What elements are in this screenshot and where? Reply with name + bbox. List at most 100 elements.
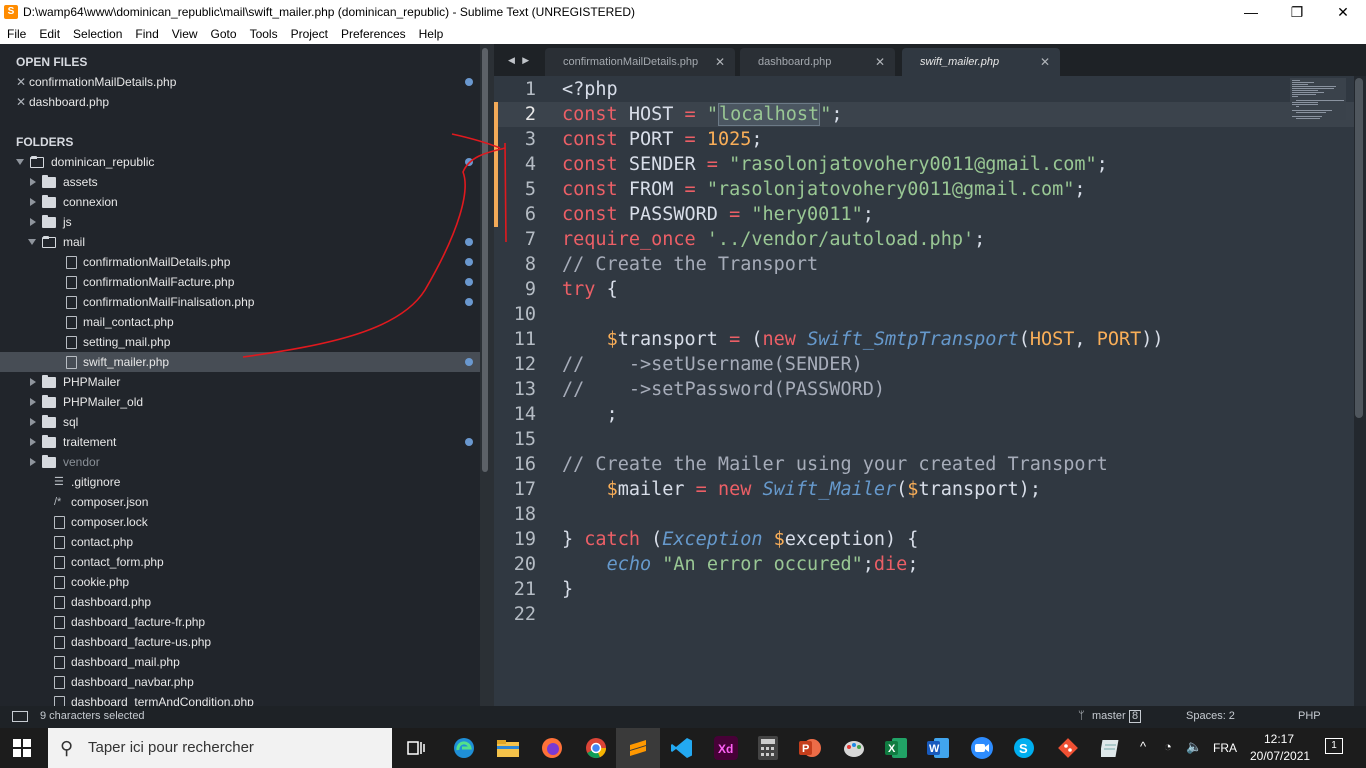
folder-item-vendor[interactable]: vendor bbox=[0, 452, 480, 472]
minimize-button[interactable]: — bbox=[1228, 0, 1274, 24]
git-icon[interactable] bbox=[1046, 728, 1090, 768]
file-item-dashboard-facture-us-php[interactable]: dashboard_facture-us.php bbox=[0, 632, 480, 652]
clock-time[interactable]: 12:17 bbox=[1264, 732, 1294, 746]
tab-dashboard[interactable]: dashboard.php ✕ bbox=[740, 48, 895, 76]
sublime-text-taskbar-icon[interactable] bbox=[616, 728, 660, 768]
menu-selection[interactable]: Selection bbox=[66, 27, 128, 41]
file-item-dashboard-termandcondition-php[interactable]: dashboard_termAndCondition.php bbox=[0, 692, 480, 706]
code-line[interactable]: } bbox=[562, 577, 573, 602]
menu-view[interactable]: View bbox=[165, 27, 204, 41]
adobe-xd-icon[interactable]: Xd bbox=[704, 728, 748, 768]
chevron-right-icon[interactable] bbox=[30, 378, 36, 386]
edge-icon[interactable] bbox=[442, 728, 486, 768]
menu-find[interactable]: Find bbox=[128, 27, 164, 41]
code-line[interactable]: // Create the Transport bbox=[562, 252, 818, 277]
chevron-right-icon[interactable] bbox=[30, 178, 36, 186]
powerpoint-icon[interactable]: P bbox=[788, 728, 832, 768]
file-item-setting-mail-php[interactable]: setting_mail.php bbox=[0, 332, 480, 352]
menu-tools[interactable]: Tools bbox=[243, 27, 284, 41]
close-icon[interactable]: ✕ bbox=[715, 48, 725, 76]
tray-chevron-icon[interactable]: ^ bbox=[1140, 739, 1146, 754]
paint-icon[interactable] bbox=[832, 728, 876, 768]
chevron-down-icon[interactable] bbox=[28, 239, 36, 245]
volume-icon[interactable]: 🔈 bbox=[1186, 739, 1202, 755]
chevron-right-icon[interactable] bbox=[30, 198, 36, 206]
code-line[interactable]: <?php bbox=[562, 77, 618, 102]
code-line[interactable]: // ->setPassword(PASSWORD) bbox=[562, 377, 885, 402]
wifi-icon[interactable]: ◔ bbox=[1164, 739, 1172, 754]
chevron-right-icon[interactable] bbox=[30, 398, 36, 406]
word-icon[interactable]: W bbox=[916, 728, 960, 768]
maximize-button[interactable]: ❐ bbox=[1274, 0, 1320, 24]
menu-edit[interactable]: Edit bbox=[32, 27, 66, 41]
folder-item-sql[interactable]: sql bbox=[0, 412, 480, 432]
code-line[interactable]: // Create the Mailer using your created … bbox=[562, 452, 1108, 477]
menu-preferences[interactable]: Preferences bbox=[334, 27, 412, 41]
tab-prev-icon[interactable]: ◀ bbox=[508, 55, 515, 65]
file-item-confirmationmailfacture-php[interactable]: confirmationMailFacture.php bbox=[0, 272, 480, 292]
tab-next-icon[interactable]: ▶ bbox=[522, 55, 529, 65]
notification-icon[interactable]: 1 bbox=[1325, 738, 1343, 754]
branch-icon[interactable]: ᛘ bbox=[1078, 710, 1085, 722]
editor-scrollbar[interactable] bbox=[1355, 78, 1363, 418]
code-line[interactable]: const SENDER = "rasolonjatovohery0011@gm… bbox=[562, 152, 1108, 177]
file-item-gitignore[interactable]: ☰ .gitignore bbox=[0, 472, 480, 492]
code-editor[interactable]: 1 2 3 4 5 6 7 8 9 10 11 12 13 14 15 16 17 18 19 20 21 22 <?ph… bbox=[494, 76, 1354, 706]
file-item-composer-json[interactable]: /* composer.json bbox=[0, 492, 480, 512]
close-icon[interactable]: ✕ bbox=[16, 72, 26, 92]
firefox-icon[interactable] bbox=[530, 728, 574, 768]
file-item-confirmationmaildetails-php[interactable]: confirmationMailDetails.php bbox=[0, 252, 480, 272]
chrome-icon[interactable] bbox=[574, 728, 618, 768]
folder-item-traitement[interactable]: traitement bbox=[0, 432, 480, 452]
code-line[interactable]: $mailer = new Swift_Mailer($transport); bbox=[562, 477, 1041, 502]
file-item-cookie-php[interactable]: cookie.php bbox=[0, 572, 480, 592]
file-item-confirmationmailfinalisation-php[interactable]: confirmationMailFinalisation.php bbox=[0, 292, 480, 312]
code-line[interactable]: $transport = (new Swift_SmtpTransport(HO… bbox=[562, 327, 1164, 352]
chevron-right-icon[interactable] bbox=[30, 418, 36, 426]
syntax-status[interactable]: PHP bbox=[1298, 710, 1321, 722]
folder-item-phpmailer[interactable]: PHPMailer bbox=[0, 372, 480, 392]
open-file-item[interactable]: ✕ dashboard.php bbox=[0, 92, 480, 112]
code-line[interactable]: const HOST = "localhost"; bbox=[562, 102, 842, 127]
code-line[interactable]: } catch (Exception $exception) { bbox=[562, 527, 918, 552]
code-line[interactable]: require_once '../vendor/autoload.php'; bbox=[562, 227, 985, 252]
chevron-right-icon[interactable] bbox=[30, 438, 36, 446]
indentation-status[interactable]: Spaces: 2 bbox=[1186, 710, 1235, 722]
menu-file[interactable]: File bbox=[0, 27, 32, 41]
chevron-right-icon[interactable] bbox=[30, 458, 36, 466]
close-icon[interactable]: ✕ bbox=[875, 48, 885, 76]
code-line[interactable]: try { bbox=[562, 277, 618, 302]
tab-swift-mailer[interactable]: swift_mailer.php ✕ bbox=[902, 48, 1060, 76]
code-line[interactable]: const PASSWORD = "hery0011"; bbox=[562, 202, 874, 227]
code-line[interactable]: const PORT = 1025; bbox=[562, 127, 763, 152]
folder-item-connexion[interactable]: connexion bbox=[0, 192, 480, 212]
chevron-right-icon[interactable] bbox=[30, 218, 36, 226]
clock-date[interactable]: 20/07/2021 bbox=[1250, 749, 1310, 763]
file-item-mail-contact-php[interactable]: mail_contact.php bbox=[0, 312, 480, 332]
close-button[interactable]: ✕ bbox=[1320, 0, 1366, 24]
file-item-swift-mailer-php[interactable]: swift_mailer.php bbox=[0, 352, 480, 372]
chevron-down-icon[interactable] bbox=[16, 159, 24, 165]
menu-goto[interactable]: Goto bbox=[204, 27, 243, 41]
menu-project[interactable]: Project bbox=[284, 27, 334, 41]
folder-item-mail[interactable]: mail bbox=[0, 232, 480, 252]
code-line[interactable]: // ->setUsername(SENDER) bbox=[562, 352, 863, 377]
menu-help[interactable]: Help bbox=[412, 27, 450, 41]
folder-item-assets[interactable]: assets bbox=[0, 172, 480, 192]
language-indicator[interactable]: FRA bbox=[1213, 741, 1237, 755]
file-item-contact-php[interactable]: contact.php bbox=[0, 532, 480, 552]
calculator-icon[interactable] bbox=[746, 728, 790, 768]
task-view-icon[interactable] bbox=[394, 728, 438, 768]
taskbar-search[interactable]: ⚲ Taper ici pour rechercher bbox=[48, 728, 392, 768]
skype-icon[interactable]: S bbox=[1002, 728, 1046, 768]
tab-confirmationmaildetails[interactable]: confirmationMailDetails.php ✕ bbox=[545, 48, 735, 76]
file-item-composer-lock[interactable]: composer.lock bbox=[0, 512, 480, 532]
zoom-icon[interactable] bbox=[960, 728, 1004, 768]
vscode-icon[interactable] bbox=[660, 728, 704, 768]
file-item-dashboard-php[interactable]: dashboard.php bbox=[0, 592, 480, 612]
code-line[interactable]: echo "An error occured";die; bbox=[562, 552, 919, 577]
start-button[interactable] bbox=[0, 728, 44, 768]
folder-item-js[interactable]: js bbox=[0, 212, 480, 232]
file-item-dashboard-facture-fr-php[interactable]: dashboard_facture-fr.php bbox=[0, 612, 480, 632]
code-line[interactable]: const FROM = "rasolonjatovohery0011@gmai… bbox=[562, 177, 1086, 202]
